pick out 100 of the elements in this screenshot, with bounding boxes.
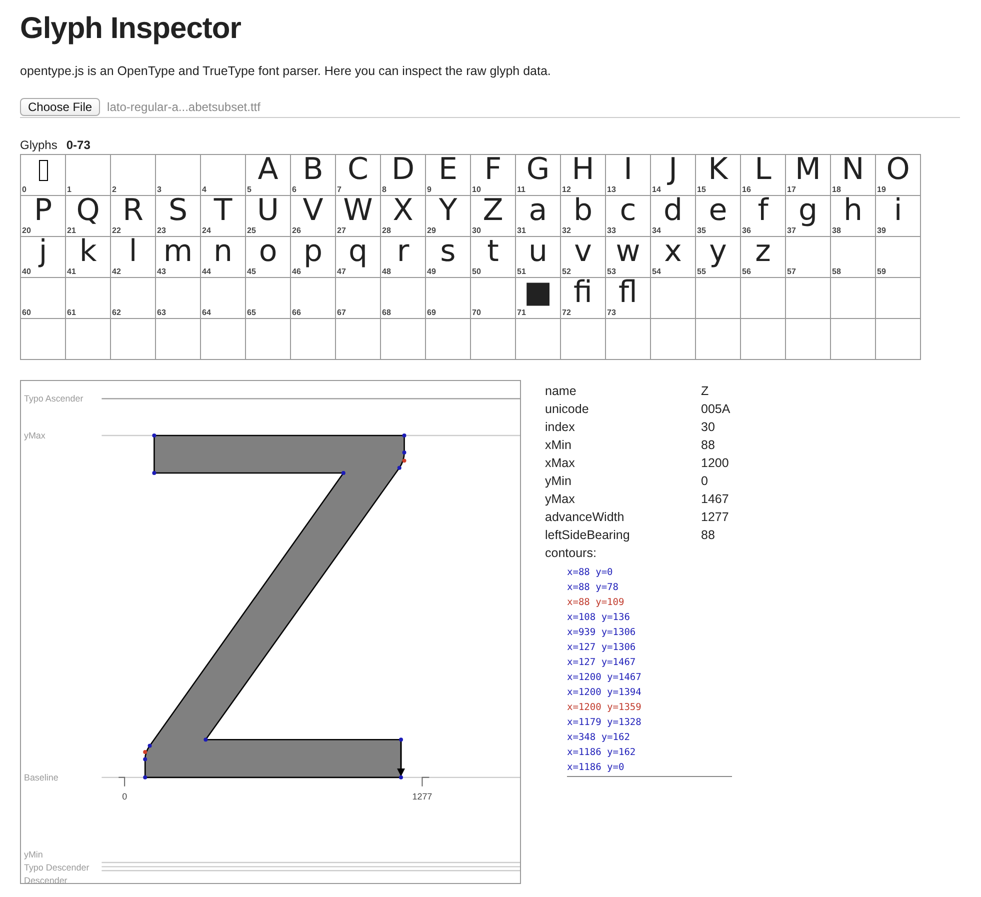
glyph-char: U: [257, 195, 279, 230]
contour-point-text: x=88 y=0: [567, 566, 614, 580]
glyph-index: 3: [157, 186, 162, 194]
glyph-char: D: [391, 154, 415, 189]
glyph-index: 49: [427, 268, 436, 276]
metric-label: Typo Ascender: [24, 394, 84, 404]
choose-file-button[interactable]: Choose File: [20, 98, 100, 116]
contour-point: [204, 738, 208, 742]
property-name: yMax: [545, 491, 576, 508]
glyph-index: 10: [472, 186, 481, 194]
contour-point: [402, 434, 406, 438]
glyph-index: 42: [112, 268, 121, 276]
glyph-index: 13: [607, 186, 616, 194]
glyph-index: 63: [157, 309, 166, 317]
glyph-char: z: [755, 236, 771, 271]
property-value: Z: [701, 383, 710, 400]
glyph-index: 55: [697, 268, 706, 276]
glyph-index: 31: [517, 227, 526, 235]
glyph-char: f: [758, 195, 768, 230]
contour-point: [143, 775, 148, 780]
glyph-index: 61: [67, 309, 76, 317]
glyph-index: 50: [472, 268, 481, 276]
page-title: Glyph Inspector: [20, 12, 242, 47]
glyph-index: 25: [247, 227, 256, 235]
metric-label: Baseline: [24, 772, 58, 782]
glyph-char: g: [798, 195, 818, 230]
glyph-char: N: [842, 154, 864, 189]
glyph-index: 58: [832, 268, 841, 276]
glyph-char: T: [214, 195, 232, 230]
glyph-index: 51: [517, 268, 526, 276]
glyph-index: 11: [517, 186, 526, 194]
glyph-char: j: [38, 236, 48, 271]
glyph-char: S: [168, 195, 188, 230]
glyph-char: Y: [438, 195, 458, 230]
glyph-index: 28: [382, 227, 391, 235]
contour-point-text: x=127 y=1306: [567, 641, 637, 655]
glyph-char: I: [624, 154, 632, 189]
empty-cell: [786, 319, 831, 360]
glyph-index: 1: [67, 186, 72, 194]
glyph-index: 17: [787, 186, 796, 194]
glyph-char: q: [348, 236, 368, 271]
glyph-index: 27: [337, 227, 346, 235]
contour-point: [399, 775, 403, 780]
glyph-index: 18: [832, 186, 841, 194]
glyph-index: 43: [157, 268, 166, 276]
glyph-index: 68: [382, 309, 391, 317]
metric-label: yMax: [24, 430, 46, 440]
glyph-index: 21: [67, 227, 76, 235]
property-value: 1200: [701, 455, 730, 472]
contour-point-text: x=1200 y=1394: [567, 686, 642, 700]
glyph-index: 53: [607, 268, 616, 276]
glyph-char: p: [303, 236, 323, 271]
contour-point: [397, 466, 402, 470]
glyph-index: 71: [517, 309, 526, 317]
glyph-char: O: [886, 154, 910, 189]
glyph-char: s: [440, 236, 456, 271]
contour-point: [402, 450, 406, 455]
glyph-char: R: [122, 195, 144, 230]
glyph-char: i: [894, 195, 902, 230]
glyph-index: 39: [877, 227, 886, 235]
glyph-index: 35: [697, 227, 706, 235]
contour-point-text: x=88 y=109: [567, 596, 626, 610]
glyph-char: H: [572, 154, 594, 189]
glyph-char: X: [392, 195, 414, 230]
glyph-char: B: [302, 154, 324, 189]
glyph-index: 70: [472, 309, 481, 317]
contour-point: [402, 458, 406, 463]
contour-point-text: x=1179 y=1328: [567, 716, 642, 730]
glyph-index: 20: [22, 227, 31, 235]
property-value: 005A: [701, 401, 732, 418]
glyph-char: y: [709, 236, 727, 271]
glyph-char: d: [663, 195, 683, 230]
glyph-char: M: [795, 154, 821, 187]
glyph-index: 38: [832, 227, 841, 235]
glyph-char: r: [396, 236, 410, 271]
glyph-char: K: [708, 154, 728, 189]
glyph-index: 14: [652, 186, 661, 194]
file-name: lato-regular-a...abetsubset.ttf: [107, 100, 260, 114]
glyph-index: 33: [607, 227, 616, 235]
metric-label: Typo Descender: [24, 862, 90, 873]
glyph-index: 57: [787, 268, 796, 276]
glyph-index: 16: [742, 186, 751, 194]
glyph-char: h: [843, 195, 862, 230]
glyph-index: 0: [22, 186, 26, 194]
axis-label: 0: [122, 791, 128, 802]
property-name: unicode: [545, 401, 590, 418]
notdef-box-icon: [38, 160, 48, 181]
glyph-char: n: [213, 236, 232, 271]
property-name: xMin: [545, 437, 572, 454]
glyph-index: 22: [112, 227, 121, 235]
glyph-char: v: [574, 236, 592, 271]
glyph-index: 40: [22, 268, 31, 276]
metric-label: Descender: [24, 876, 68, 884]
glyph-index: 23: [157, 227, 166, 235]
origin-tick: [118, 776, 126, 787]
property-name: yMin: [545, 473, 572, 490]
glyph-index: 12: [562, 186, 571, 194]
glyph-char: G: [526, 154, 550, 189]
contour-point: [143, 757, 148, 762]
description-text: opentype.js is an OpenType and TrueType font parser. Here you can inspect the raw glyph data.: [20, 64, 552, 78]
